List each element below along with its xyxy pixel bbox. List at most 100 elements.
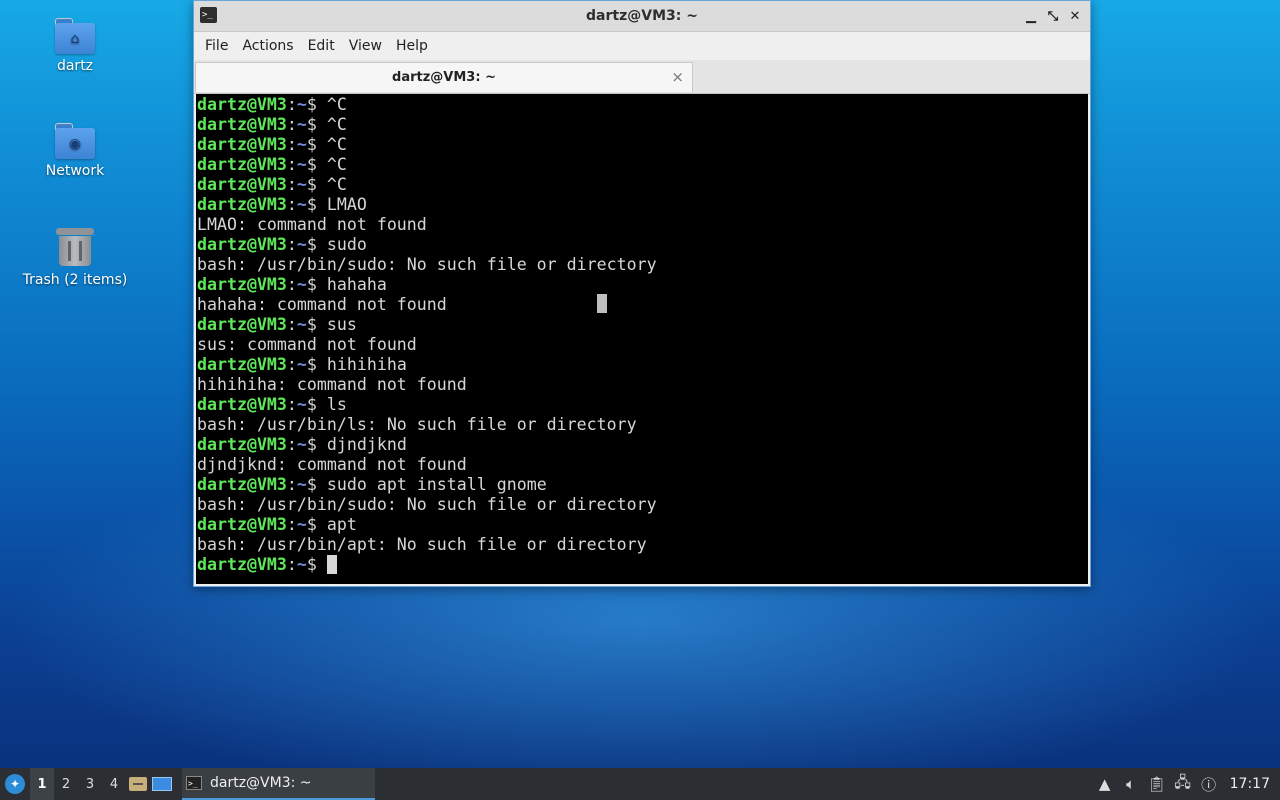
clock[interactable]: 17:17: [1222, 776, 1280, 792]
prompt-separator: :: [286, 235, 297, 254]
terminal-prompt-line: dartz@VM3:~$ djndjknd: [196, 435, 1088, 455]
prompt-user: dartz@VM3: [197, 315, 287, 334]
workspace-2[interactable]: 2: [54, 768, 78, 800]
prompt-user: dartz@VM3: [197, 475, 287, 494]
show-desktop-button[interactable]: [150, 768, 174, 800]
output-text: bash: /usr/bin/apt: No such file or dire…: [197, 535, 647, 554]
prompt-user: dartz@VM3: [197, 395, 287, 414]
prompt-separator: :: [286, 395, 297, 414]
file-manager-icon: [129, 777, 147, 791]
prompt-command: apt: [326, 515, 357, 534]
prompt-path: ~: [296, 315, 307, 334]
prompt-command: ^C: [326, 175, 347, 194]
prompt-path: ~: [296, 95, 307, 114]
prompt-command: ^C: [326, 135, 347, 154]
prompt-separator: :: [286, 135, 297, 154]
close-icon[interactable]: ✕: [1064, 5, 1086, 27]
terminal-prompt-line: dartz@VM3:~$ ^C: [196, 175, 1088, 195]
prompt-path: ~: [296, 395, 307, 414]
tab-strip: dartz@VM3: ~ ×: [194, 60, 1090, 94]
prompt-symbol: $: [306, 355, 327, 374]
workspace-1[interactable]: 1: [30, 768, 54, 800]
workspace-3[interactable]: 3: [78, 768, 102, 800]
show-desktop-icon: [152, 777, 172, 791]
terminal-prompt-line: dartz@VM3:~$: [196, 555, 1088, 575]
menu-file[interactable]: File: [198, 38, 235, 54]
terminal-prompt-line: dartz@VM3:~$ hihihiha: [196, 355, 1088, 375]
window-titlebar[interactable]: >_ dartz@VM3: ~ ▁ ⤡ ✕: [194, 1, 1090, 32]
desktop-icon-trash[interactable]: Trash (2 items): [10, 226, 140, 288]
scroll-up-icon[interactable]: ▲: [1092, 768, 1118, 800]
prompt-command: hahaha: [326, 275, 387, 294]
desktop-icon-network[interactable]: ◉ Network: [10, 123, 140, 179]
prompt-command: hihihiha: [326, 355, 407, 374]
terminal-window[interactable]: >_ dartz@VM3: ~ ▁ ⤡ ✕ File Actions Edit …: [193, 0, 1091, 587]
prompt-separator: :: [286, 555, 297, 574]
prompt-command: ^C: [326, 115, 347, 134]
prompt-separator: :: [286, 115, 297, 134]
workspace-4[interactable]: 4: [102, 768, 126, 800]
network-icon[interactable]: 🖧: [1170, 768, 1196, 800]
desktop-icon-label: dartz: [56, 58, 94, 74]
menu-view[interactable]: View: [342, 38, 389, 54]
prompt-path: ~: [296, 435, 307, 454]
prompt-command: djndjknd: [326, 435, 407, 454]
menu-actions[interactable]: Actions: [235, 38, 300, 54]
maximize-icon[interactable]: ⤡: [1042, 5, 1064, 27]
taskbar-task-terminal[interactable]: >_ dartz@VM3: ~: [182, 768, 375, 800]
terminal-prompt-line: dartz@VM3:~$ sus: [196, 315, 1088, 335]
prompt-separator: :: [286, 195, 297, 214]
lxqt-logo-icon: ✦: [5, 774, 25, 794]
menubar: File Actions Edit View Help: [194, 32, 1090, 60]
network-folder-icon: ◉: [55, 123, 95, 159]
prompt-command: sudo: [326, 235, 367, 254]
menu-edit[interactable]: Edit: [301, 38, 342, 54]
terminal-cursor: [326, 555, 337, 574]
volume-icon[interactable]: 🔈︎: [1118, 768, 1144, 800]
prompt-command: sus: [326, 315, 357, 334]
output-text: bash: /usr/bin/sudo: No such file or dir…: [197, 255, 657, 274]
tab-terminal[interactable]: dartz@VM3: ~ ×: [195, 62, 693, 92]
prompt-path: ~: [296, 355, 307, 374]
terminal-prompt-line: dartz@VM3:~$ hahaha: [196, 275, 1088, 295]
prompt-separator: :: [286, 435, 297, 454]
terminal-prompt-line: dartz@VM3:~$ sudo apt install gnome: [196, 475, 1088, 495]
terminal-prompt-line: dartz@VM3:~$ apt: [196, 515, 1088, 535]
clipboard-icon[interactable]: 📋︎: [1144, 768, 1170, 800]
desktop-icon-label: Network: [45, 163, 105, 179]
terminal-app-icon[interactable]: >_: [200, 7, 217, 23]
mouse-text-cursor: [597, 294, 607, 313]
prompt-symbol: $: [306, 395, 327, 414]
prompt-symbol: $: [306, 195, 327, 214]
prompt-symbol: $: [306, 475, 327, 494]
prompt-symbol: $: [306, 155, 327, 174]
prompt-command: sudo apt install gnome: [326, 475, 547, 494]
prompt-path: ~: [296, 475, 307, 494]
terminal-output[interactable]: dartz@VM3:~$ ^C dartz@VM3:~$ ^C dartz@VM3:…: [196, 94, 1088, 584]
terminal-output-line: hahaha: command not found: [196, 295, 1088, 315]
update-notifier-icon[interactable]: ⓘ: [1196, 768, 1222, 800]
menu-help[interactable]: Help: [389, 38, 435, 54]
prompt-separator: :: [286, 315, 297, 334]
prompt-user: dartz@VM3: [197, 195, 287, 214]
prompt-symbol: $: [306, 555, 327, 574]
taskbar: ✦ 1 2 3 4 >_ dartz@VM3: ~ ▲ 🔈︎ 📋︎ 🖧 ⓘ 17…: [0, 768, 1280, 800]
file-manager-launcher[interactable]: [126, 768, 150, 800]
desktop-icon-label: Trash (2 items): [22, 272, 128, 288]
minimize-icon[interactable]: ▁: [1020, 5, 1042, 27]
prompt-symbol: $: [306, 235, 327, 254]
prompt-user: dartz@VM3: [197, 135, 287, 154]
prompt-user: dartz@VM3: [197, 115, 287, 134]
window-title: dartz@VM3: ~: [586, 8, 698, 24]
terminal-output-line: bash: /usr/bin/apt: No such file or dire…: [196, 535, 1088, 555]
prompt-user: dartz@VM3: [197, 275, 287, 294]
tab-close-icon[interactable]: ×: [671, 68, 684, 86]
terminal-task-icon: >_: [186, 776, 202, 790]
start-menu-button[interactable]: ✦: [0, 768, 30, 800]
desktop-icon-home[interactable]: ⌂ dartz: [10, 18, 140, 74]
prompt-command: LMAO: [326, 195, 367, 214]
output-text: djndjknd: command not found: [197, 455, 467, 474]
prompt-user: dartz@VM3: [197, 515, 287, 534]
output-text: LMAO: command not found: [197, 215, 427, 234]
task-label: dartz@VM3: ~: [210, 775, 312, 791]
